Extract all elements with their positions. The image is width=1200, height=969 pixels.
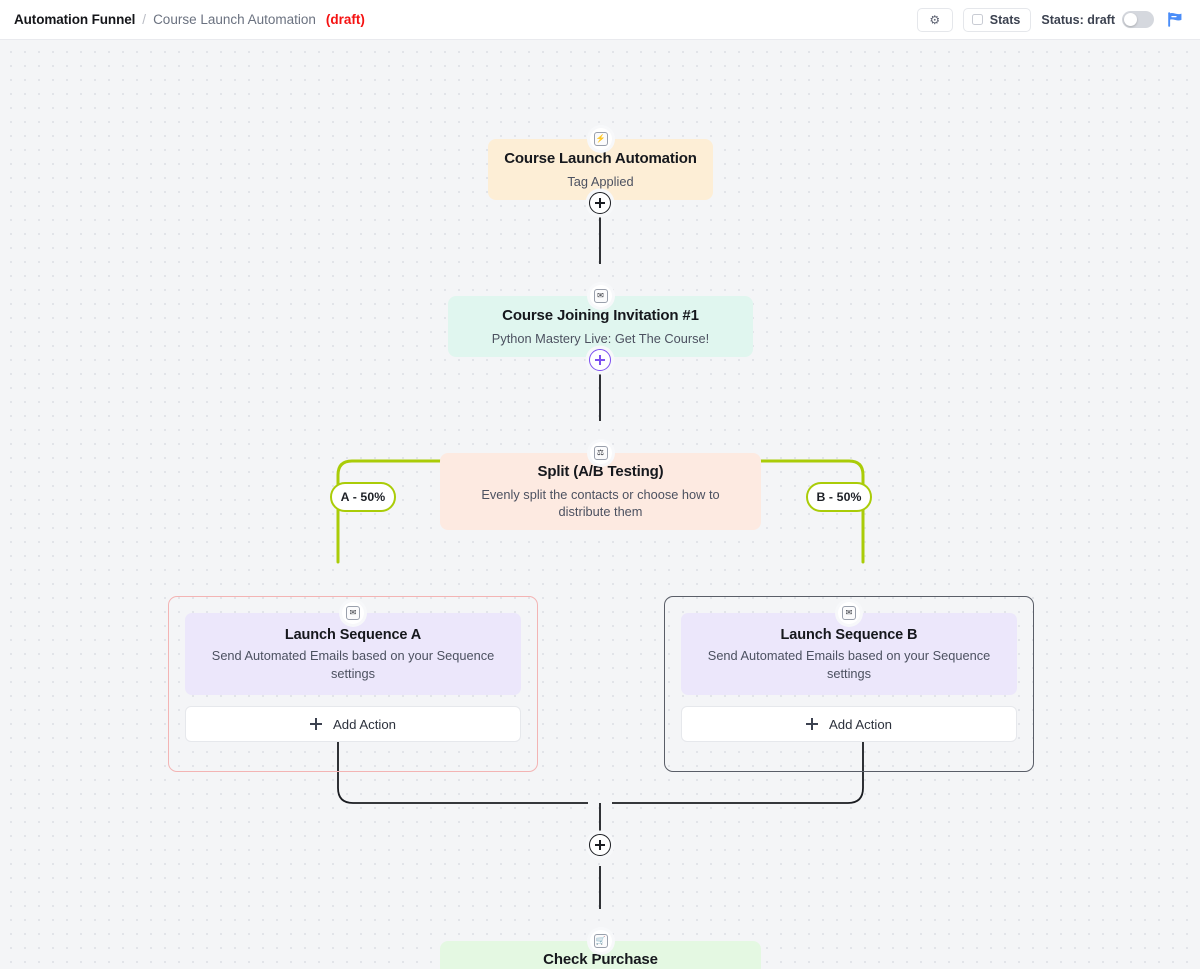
purchase-icon: 🛒 [593, 934, 608, 948]
plus-icon-bar [595, 844, 605, 846]
publish-flag-button[interactable] [1164, 9, 1186, 31]
stats-label: Stats [989, 12, 1021, 27]
email-icon: ✉ [593, 289, 608, 303]
node-sequence-b-subtitle: Send Automated Emails based on your Sequ… [707, 648, 991, 681]
lightning-bolt-icon: ⚡ [593, 132, 608, 146]
toggle-knob [1124, 13, 1137, 26]
top-bar: Automation Funnel / Course Launch Automa… [0, 0, 1200, 40]
add-action-label-b: Add Action [828, 716, 893, 732]
status-toggle-switch[interactable] [1122, 11, 1154, 28]
settings-button[interactable]: ⚙ [916, 7, 953, 32]
node-check-purchase-title: Check Purchase [543, 951, 658, 969]
plus-icon [805, 718, 818, 731]
breadcrumb-root[interactable]: Automation Funnel [14, 12, 135, 27]
stats-checkbox-icon[interactable] [971, 14, 983, 25]
node-trigger-title: Course Launch Automation [504, 149, 697, 167]
breadcrumb-draft-state: (draft) [325, 12, 365, 27]
node-sequence-a-title: Launch Sequence A [284, 627, 422, 643]
flag-icon [1167, 12, 1181, 27]
status-label: Status: draft [1041, 12, 1115, 27]
node-check-purchase-badge: 🛒 [589, 930, 612, 952]
automation-builder: Automation Funnel / Course Launch Automa… [0, 0, 1200, 969]
node-email-badge: ✉ [589, 285, 612, 307]
node-email[interactable]: ✉ Course Joining Invitation #1 Python Ma… [448, 285, 753, 357]
email-icon: ✉ [842, 606, 856, 620]
node-sequence-a[interactable]: ✉ Launch Sequence A Send Automated Email… [185, 602, 521, 696]
branch-container-b[interactable]: ✉ Launch Sequence B Send Automated Email… [664, 596, 1034, 772]
node-split[interactable]: ⚖ Split (A/B Testing) Evenly split the c… [440, 442, 761, 530]
add-action-button-a[interactable]: Add Action [185, 706, 521, 743]
breadcrumb-separator: / [142, 12, 147, 27]
add-action-button-b[interactable]: Add Action [681, 706, 1017, 743]
breadcrumb: Automation Funnel / Course Launch Automa… [0, 12, 365, 27]
split-icon: ⚖ [593, 446, 608, 460]
branch-pill-a[interactable]: A - 50% [330, 482, 396, 512]
node-split-subtitle: Evenly split the contacts or choose how … [481, 486, 720, 520]
status-control: Status: draft [1041, 11, 1154, 28]
add-node-button-2[interactable] [589, 349, 611, 371]
plus-icon [309, 718, 322, 731]
node-sequence-a-subtitle: Send Automated Emails based on your Sequ… [211, 648, 495, 681]
plus-icon-bar [595, 359, 605, 361]
stats-toggle-button[interactable]: Stats [962, 7, 1032, 32]
plus-icon-bar [595, 202, 605, 204]
add-action-label-a: Add Action [332, 716, 397, 732]
flow-canvas[interactable]: ⚡ Course Launch Automation Tag Applied ✉… [0, 40, 1200, 969]
node-email-title: Course Joining Invitation #1 [502, 306, 699, 324]
node-sequence-b-badge: ✉ [838, 602, 860, 624]
node-split-title: Split (A/B Testing) [537, 463, 664, 481]
branch-pill-b[interactable]: B - 50% [806, 482, 872, 512]
add-node-button-1[interactable] [589, 192, 611, 214]
node-sequence-a-badge: ✉ [342, 602, 364, 624]
email-icon: ✉ [346, 606, 360, 620]
add-node-button-3[interactable] [589, 834, 611, 856]
node-sequence-b[interactable]: ✉ Launch Sequence B Send Automated Email… [681, 602, 1017, 696]
node-check-purchase[interactable]: 🛒 Check Purchase This will run once new … [440, 930, 761, 969]
node-email-subtitle: Python Mastery Live: Get The Course! [491, 330, 710, 346]
node-split-badge: ⚖ [589, 442, 612, 464]
top-bar-actions: ⚙ Stats Status: draft [916, 7, 1200, 32]
node-trigger-badge: ⚡ [589, 128, 612, 150]
node-sequence-b-title: Launch Sequence B [780, 627, 918, 643]
gear-icon: ⚙ [929, 12, 941, 27]
breadcrumb-current: Course Launch Automation [153, 12, 316, 27]
branch-container-a[interactable]: ✉ Launch Sequence A Send Automated Email… [168, 596, 538, 772]
node-trigger[interactable]: ⚡ Course Launch Automation Tag Applied [488, 128, 713, 200]
node-trigger-subtitle: Tag Applied [567, 173, 634, 189]
